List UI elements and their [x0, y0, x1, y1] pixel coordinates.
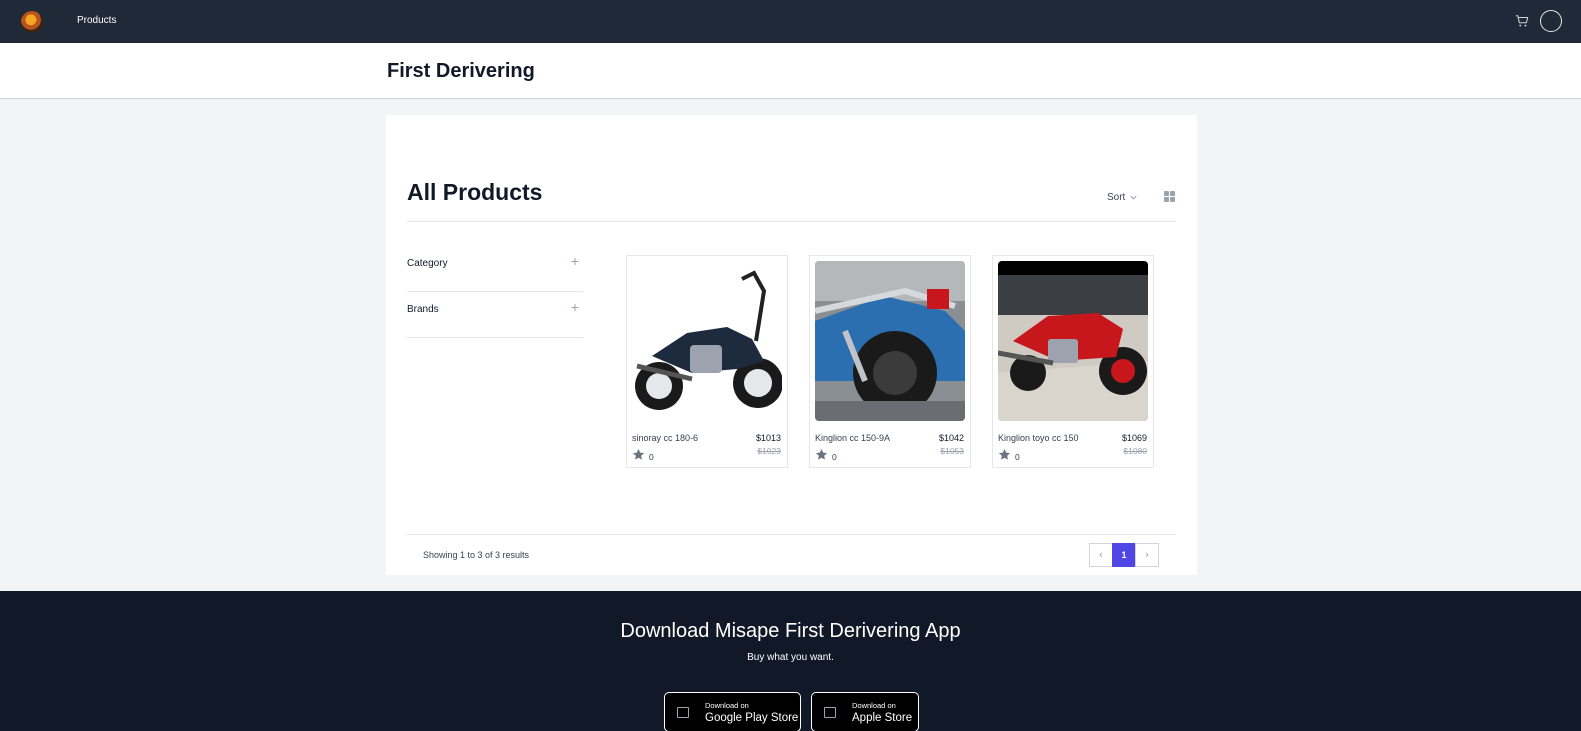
- products-panel: All Products Sort Category + Brands + si…: [386, 115, 1197, 575]
- product-price: $1013: [755, 433, 781, 443]
- product-image[interactable]: [815, 261, 965, 421]
- plus-icon[interactable]: +: [571, 254, 579, 268]
- product-old-price: $1080: [1123, 446, 1147, 456]
- brand-logo[interactable]: [21, 11, 43, 33]
- apple-store-button[interactable]: Download on Apple Store: [811, 692, 919, 731]
- product-card[interactable]: sinoray cc 180-6 $1013 $1023 0: [626, 255, 788, 468]
- filter-label: Brands: [407, 304, 439, 315]
- product-price: $1069: [1121, 433, 1147, 443]
- section-title: All Products: [407, 179, 543, 205]
- product-card[interactable]: Kinglion toyo cc 150 $1069 $1080 0: [992, 255, 1154, 468]
- product-price: $1042: [938, 433, 964, 443]
- cart-icon[interactable]: [1515, 14, 1529, 28]
- app-download-banner: Download Misape First Derivering App Buy…: [0, 591, 1581, 731]
- store-small-label: Download on: [705, 701, 749, 710]
- product-name[interactable]: Kinglion toyo cc 150: [998, 433, 1079, 443]
- nav-link-products[interactable]: Products: [77, 15, 116, 26]
- page-title: First Derivering: [387, 60, 535, 82]
- top-navbar: Products: [0, 0, 1581, 43]
- star-icon: [632, 448, 645, 460]
- google-play-button[interactable]: Download on Google Play Store: [664, 692, 801, 731]
- chevron-down-icon: [1130, 195, 1137, 200]
- divider: [407, 221, 1176, 222]
- apple-store-icon: [824, 707, 836, 718]
- pagination-next-button[interactable]: ›: [1135, 543, 1159, 567]
- google-play-icon: [677, 707, 689, 718]
- product-old-price: $1023: [757, 446, 781, 456]
- star-icon: [998, 448, 1011, 460]
- product-card[interactable]: Kinglion cc 150-9A $1042 $1053 0: [809, 255, 971, 468]
- rating-count: 0: [832, 452, 837, 462]
- product-name[interactable]: sinoray cc 180-6: [632, 433, 698, 443]
- app-banner-title: Download Misape First Derivering App: [620, 620, 961, 642]
- sort-label: Sort: [1107, 192, 1126, 203]
- user-avatar-button[interactable]: [1540, 10, 1562, 32]
- pagination: ‹ 1 ›: [1089, 543, 1159, 567]
- divider: [407, 534, 1176, 535]
- pagination-prev-button[interactable]: ‹: [1089, 543, 1113, 567]
- grid-view-icon[interactable]: [1164, 191, 1175, 202]
- filter-label: Category: [407, 258, 448, 269]
- app-banner-subtitle: Buy what you want.: [747, 652, 834, 663]
- rating-count: 0: [1015, 452, 1020, 462]
- sort-dropdown[interactable]: Sort: [1107, 192, 1138, 203]
- pagination-page-1[interactable]: 1: [1112, 543, 1136, 567]
- product-name[interactable]: Kinglion cc 150-9A: [815, 433, 890, 443]
- store-big-label: Apple Store: [852, 712, 913, 724]
- product-image[interactable]: [632, 261, 782, 421]
- rating-count: 0: [649, 452, 654, 462]
- results-summary: Showing 1 to 3 of 3 results: [423, 550, 530, 560]
- filter-category[interactable]: Category +: [407, 246, 583, 292]
- product-old-price: $1053: [940, 446, 964, 456]
- store-big-label: Google Play Store: [705, 712, 799, 724]
- store-small-label: Download on: [852, 701, 896, 710]
- product-image[interactable]: [998, 261, 1148, 421]
- plus-icon[interactable]: +: [571, 300, 579, 314]
- page-header: First Derivering: [0, 43, 1581, 99]
- star-icon: [815, 448, 828, 460]
- filter-brands[interactable]: Brands +: [407, 292, 583, 338]
